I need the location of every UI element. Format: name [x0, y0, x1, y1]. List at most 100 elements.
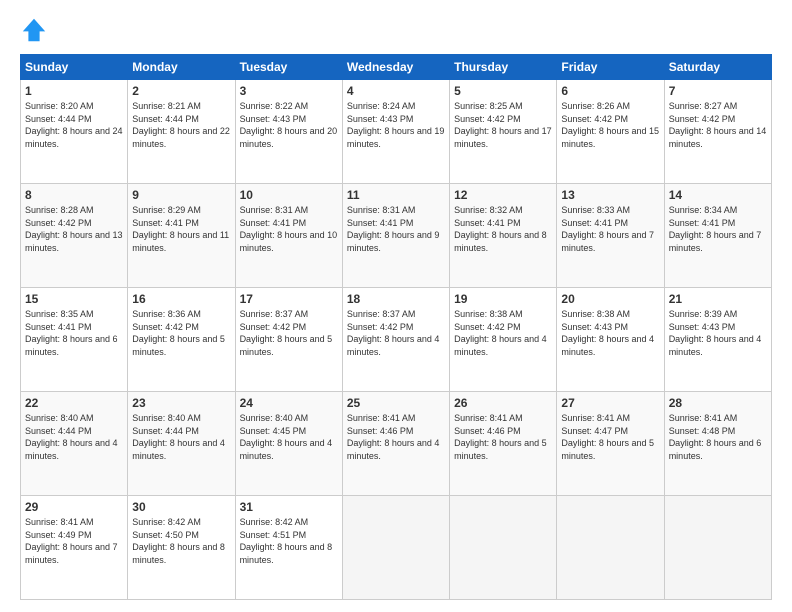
day-number: 6	[561, 84, 659, 98]
day-info: Sunrise: 8:28 AMSunset: 4:42 PMDaylight:…	[25, 204, 123, 254]
day-info: Sunrise: 8:40 AMSunset: 4:45 PMDaylight:…	[240, 412, 338, 462]
col-header-saturday: Saturday	[664, 55, 771, 80]
day-info: Sunrise: 8:37 AMSunset: 4:42 PMDaylight:…	[347, 308, 445, 358]
day-info: Sunrise: 8:29 AMSunset: 4:41 PMDaylight:…	[132, 204, 230, 254]
day-number: 14	[669, 188, 767, 202]
calendar-cell: 27 Sunrise: 8:41 AMSunset: 4:47 PMDayligh…	[557, 392, 664, 496]
day-info: Sunrise: 8:38 AMSunset: 4:42 PMDaylight:…	[454, 308, 552, 358]
calendar-cell: 9 Sunrise: 8:29 AMSunset: 4:41 PMDaylight…	[128, 184, 235, 288]
calendar-cell: 11 Sunrise: 8:31 AMSunset: 4:41 PMDayligh…	[342, 184, 449, 288]
col-header-tuesday: Tuesday	[235, 55, 342, 80]
calendar-cell: 24Sunrise: 8:40 AMSunset: 4:45 PMDayligh…	[235, 392, 342, 496]
day-number: 18	[347, 292, 445, 306]
calendar-cell: 31 Sunrise: 8:42 AMSunset: 4:51 PMDayligh…	[235, 496, 342, 600]
day-number: 9	[132, 188, 230, 202]
calendar-cell	[450, 496, 557, 600]
calendar-cell	[664, 496, 771, 600]
day-info: Sunrise: 8:41 AMSunset: 4:46 PMDaylight:…	[347, 412, 445, 462]
calendar-cell: 16Sunrise: 8:36 AMSunset: 4:42 PMDayligh…	[128, 288, 235, 392]
calendar-cell: 1 Sunrise: 8:20 AMSunset: 4:44 PMDaylight…	[21, 80, 128, 184]
calendar-cell: 14 Sunrise: 8:34 AMSunset: 4:41 PMDayligh…	[664, 184, 771, 288]
calendar-cell: 3 Sunrise: 8:22 AMSunset: 4:43 PMDaylight…	[235, 80, 342, 184]
calendar-cell: 5Sunrise: 8:25 AMSunset: 4:42 PMDaylight…	[450, 80, 557, 184]
day-number: 8	[25, 188, 123, 202]
calendar-cell: 23 Sunrise: 8:40 AMSunset: 4:44 PMDayligh…	[128, 392, 235, 496]
col-header-thursday: Thursday	[450, 55, 557, 80]
day-info: Sunrise: 8:38 AMSunset: 4:43 PMDaylight:…	[561, 308, 659, 358]
calendar-cell: 4 Sunrise: 8:24 AMSunset: 4:43 PMDaylight…	[342, 80, 449, 184]
day-info: Sunrise: 8:25 AMSunset: 4:42 PMDaylight:…	[454, 100, 552, 150]
day-number: 10	[240, 188, 338, 202]
day-info: Sunrise: 8:21 AMSunset: 4:44 PMDaylight:…	[132, 100, 230, 150]
day-number: 27	[561, 396, 659, 410]
day-number: 25	[347, 396, 445, 410]
day-info: Sunrise: 8:31 AMSunset: 4:41 PMDaylight:…	[347, 204, 445, 254]
calendar-cell: 15 Sunrise: 8:35 AMSunset: 4:41 PMDayligh…	[21, 288, 128, 392]
day-info: Sunrise: 8:41 AMSunset: 4:47 PMDaylight:…	[561, 412, 659, 462]
day-number: 1	[25, 84, 123, 98]
calendar-cell	[342, 496, 449, 600]
day-info: Sunrise: 8:20 AMSunset: 4:44 PMDaylight:…	[25, 100, 123, 150]
calendar-cell: 30Sunrise: 8:42 AMSunset: 4:50 PMDayligh…	[128, 496, 235, 600]
calendar-cell	[557, 496, 664, 600]
day-info: Sunrise: 8:34 AMSunset: 4:41 PMDaylight:…	[669, 204, 767, 254]
calendar-cell: 25 Sunrise: 8:41 AMSunset: 4:46 PMDayligh…	[342, 392, 449, 496]
day-info: Sunrise: 8:41 AMSunset: 4:49 PMDaylight:…	[25, 516, 123, 566]
day-number: 22	[25, 396, 123, 410]
calendar-cell: 13 Sunrise: 8:33 AMSunset: 4:41 PMDayligh…	[557, 184, 664, 288]
day-info: Sunrise: 8:42 AMSunset: 4:51 PMDaylight:…	[240, 516, 338, 566]
logo-icon	[20, 16, 48, 44]
calendar-cell: 12 Sunrise: 8:32 AMSunset: 4:41 PMDayligh…	[450, 184, 557, 288]
day-number: 17	[240, 292, 338, 306]
page: SundayMondayTuesdayWednesdayThursdayFrid…	[0, 0, 792, 612]
day-info: Sunrise: 8:40 AMSunset: 4:44 PMDaylight:…	[25, 412, 123, 462]
day-number: 2	[132, 84, 230, 98]
day-number: 20	[561, 292, 659, 306]
day-number: 4	[347, 84, 445, 98]
calendar-cell: 28 Sunrise: 8:41 AMSunset: 4:48 PMDayligh…	[664, 392, 771, 496]
day-number: 12	[454, 188, 552, 202]
calendar-table: SundayMondayTuesdayWednesdayThursdayFrid…	[20, 54, 772, 600]
day-info: Sunrise: 8:32 AMSunset: 4:41 PMDaylight:…	[454, 204, 552, 254]
day-number: 29	[25, 500, 123, 514]
day-number: 13	[561, 188, 659, 202]
day-info: Sunrise: 8:36 AMSunset: 4:42 PMDaylight:…	[132, 308, 230, 358]
day-info: Sunrise: 8:33 AMSunset: 4:41 PMDaylight:…	[561, 204, 659, 254]
calendar-cell: 21Sunrise: 8:39 AMSunset: 4:43 PMDayligh…	[664, 288, 771, 392]
day-number: 28	[669, 396, 767, 410]
calendar-cell: 18 Sunrise: 8:37 AMSunset: 4:42 PMDayligh…	[342, 288, 449, 392]
day-number: 11	[347, 188, 445, 202]
logo	[20, 16, 52, 44]
calendar-cell: 6 Sunrise: 8:26 AMSunset: 4:42 PMDaylight…	[557, 80, 664, 184]
calendar-cell: 19 Sunrise: 8:38 AMSunset: 4:42 PMDayligh…	[450, 288, 557, 392]
day-info: Sunrise: 8:27 AMSunset: 4:42 PMDaylight:…	[669, 100, 767, 150]
calendar-cell: 8 Sunrise: 8:28 AMSunset: 4:42 PMDaylight…	[21, 184, 128, 288]
calendar-cell: 22 Sunrise: 8:40 AMSunset: 4:44 PMDayligh…	[21, 392, 128, 496]
day-info: Sunrise: 8:26 AMSunset: 4:42 PMDaylight:…	[561, 100, 659, 150]
calendar-cell: 29 Sunrise: 8:41 AMSunset: 4:49 PMDayligh…	[21, 496, 128, 600]
day-info: Sunrise: 8:31 AMSunset: 4:41 PMDaylight:…	[240, 204, 338, 254]
col-header-monday: Monday	[128, 55, 235, 80]
day-info: Sunrise: 8:37 AMSunset: 4:42 PMDaylight:…	[240, 308, 338, 358]
day-info: Sunrise: 8:41 AMSunset: 4:46 PMDaylight:…	[454, 412, 552, 462]
calendar-cell: 7Sunrise: 8:27 AMSunset: 4:42 PMDaylight…	[664, 80, 771, 184]
header	[20, 16, 772, 44]
day-number: 3	[240, 84, 338, 98]
day-number: 23	[132, 396, 230, 410]
day-number: 31	[240, 500, 338, 514]
day-info: Sunrise: 8:24 AMSunset: 4:43 PMDaylight:…	[347, 100, 445, 150]
day-info: Sunrise: 8:22 AMSunset: 4:43 PMDaylight:…	[240, 100, 338, 150]
col-header-friday: Friday	[557, 55, 664, 80]
day-number: 30	[132, 500, 230, 514]
day-number: 19	[454, 292, 552, 306]
col-header-sunday: Sunday	[21, 55, 128, 80]
day-info: Sunrise: 8:40 AMSunset: 4:44 PMDaylight:…	[132, 412, 230, 462]
day-number: 26	[454, 396, 552, 410]
day-info: Sunrise: 8:35 AMSunset: 4:41 PMDaylight:…	[25, 308, 123, 358]
calendar-cell: 10 Sunrise: 8:31 AMSunset: 4:41 PMDayligh…	[235, 184, 342, 288]
calendar-cell: 17 Sunrise: 8:37 AMSunset: 4:42 PMDayligh…	[235, 288, 342, 392]
day-number: 15	[25, 292, 123, 306]
calendar-cell: 26 Sunrise: 8:41 AMSunset: 4:46 PMDayligh…	[450, 392, 557, 496]
day-number: 21	[669, 292, 767, 306]
day-info: Sunrise: 8:41 AMSunset: 4:48 PMDaylight:…	[669, 412, 767, 462]
